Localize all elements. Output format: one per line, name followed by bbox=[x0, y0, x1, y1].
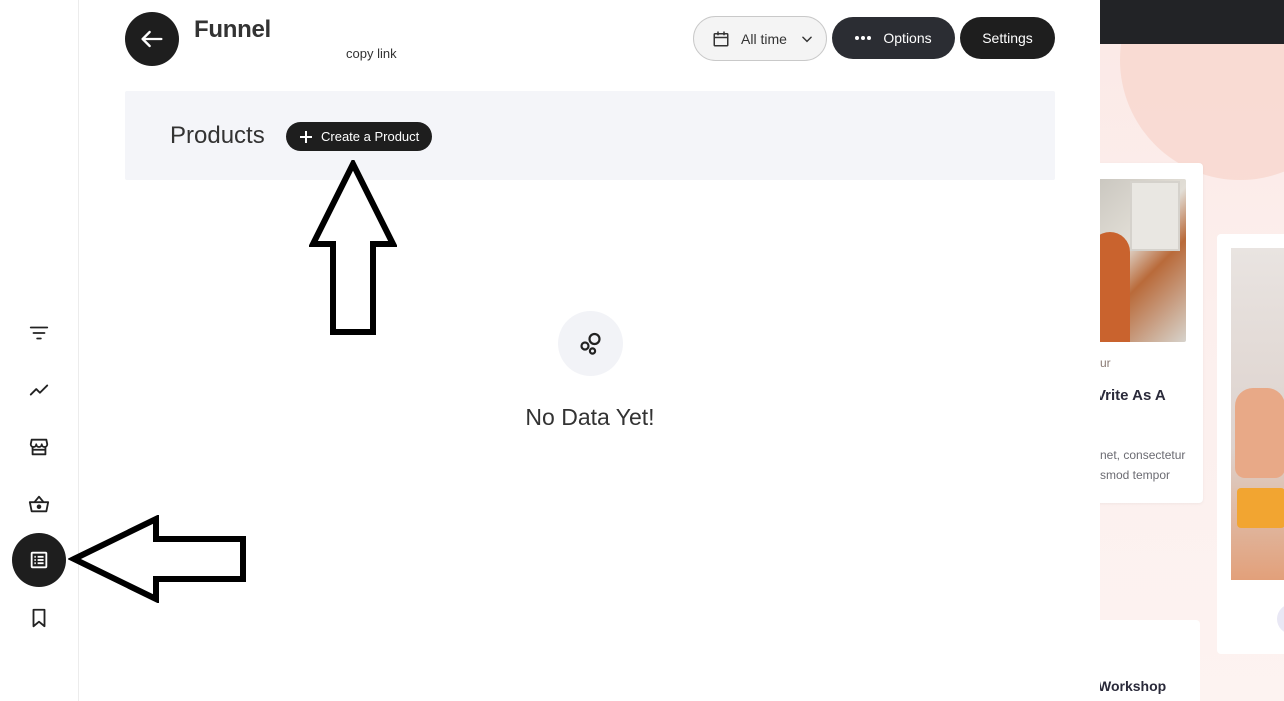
list-icon bbox=[30, 551, 48, 569]
plus-icon bbox=[300, 130, 312, 143]
person-illustration bbox=[1100, 232, 1130, 342]
options-label: Options bbox=[883, 30, 932, 46]
preview-card-image bbox=[1100, 179, 1186, 342]
create-product-label: Create a Product bbox=[321, 129, 420, 144]
preview-card-meta: ur bbox=[1100, 356, 1111, 370]
bubbles-icon bbox=[579, 332, 601, 355]
preview-card-text: net, consectetur smod tempor bbox=[1100, 448, 1186, 482]
preview-card-2 bbox=[1217, 234, 1284, 654]
page-title: Funnel bbox=[194, 16, 271, 43]
date-filter-label: All time bbox=[741, 30, 787, 47]
preview-card-2-image bbox=[1231, 248, 1284, 580]
back-button[interactable] bbox=[125, 12, 179, 66]
preview-card-heading: Vrite As A bbox=[1100, 387, 1166, 404]
preview-card-3: Workshop bbox=[1100, 620, 1200, 701]
empty-state-message: No Data Yet! bbox=[525, 404, 655, 430]
app-root: Funnel copy link All time Options Settin… bbox=[0, 0, 1284, 701]
sidebar-item-list[interactable] bbox=[12, 533, 66, 587]
copy-link[interactable]: copy link bbox=[346, 46, 397, 61]
preview-card: ur Vrite As A net, consectetur smod temp… bbox=[1100, 163, 1203, 503]
products-header: Products Create a Product bbox=[125, 91, 1055, 180]
date-filter-dropdown[interactable]: All time bbox=[693, 16, 827, 61]
trend-icon bbox=[29, 384, 49, 396]
bookmark-icon bbox=[32, 608, 46, 628]
annotation-arrow-up bbox=[309, 160, 397, 335]
website-preview: ur Vrite As A net, consectetur smod temp… bbox=[1100, 0, 1284, 701]
sidebar-item-analytics[interactable] bbox=[12, 363, 66, 417]
sidebar-item-filter[interactable] bbox=[12, 306, 66, 360]
filter-icon bbox=[29, 326, 49, 340]
chevron-down-icon bbox=[802, 36, 812, 42]
arrow-left-icon bbox=[141, 30, 163, 48]
sidebar-item-bookmark[interactable] bbox=[12, 591, 66, 645]
store-icon bbox=[29, 438, 49, 456]
options-button[interactable]: Options bbox=[832, 17, 955, 59]
products-title: Products bbox=[170, 122, 265, 149]
basket-icon bbox=[28, 495, 50, 513]
sidebar-item-store[interactable] bbox=[12, 420, 66, 474]
annotation-arrow-left bbox=[68, 515, 246, 603]
bookshelf-illustration bbox=[1130, 181, 1180, 251]
sleeve-illustration bbox=[1237, 488, 1284, 528]
preview-topbar bbox=[1100, 0, 1284, 44]
more-dots-icon bbox=[855, 36, 872, 40]
empty-state-icon bbox=[558, 311, 623, 376]
preview-card-3-title: Workshop bbox=[1100, 678, 1167, 694]
create-product-button[interactable]: Create a Product bbox=[286, 122, 432, 151]
settings-button[interactable]: Settings bbox=[960, 17, 1055, 59]
hand-illustration bbox=[1235, 388, 1284, 478]
sidebar-item-basket[interactable] bbox=[12, 477, 66, 531]
calendar-icon bbox=[713, 31, 729, 46]
